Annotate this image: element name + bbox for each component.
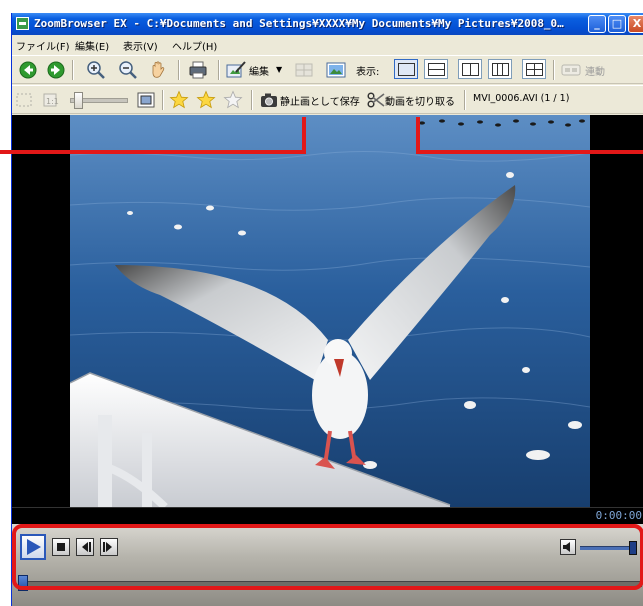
zoombrowser-window: ZoomBrowser EX - C:¥Documents and Settin…: [11, 13, 643, 606]
actual-size-icon: 1:1: [43, 93, 59, 107]
star-icon[interactable]: [169, 90, 189, 110]
star-icon[interactable]: [223, 90, 243, 110]
view-split-vertical-button[interactable]: [458, 59, 482, 79]
sync-button: 連動: [585, 67, 605, 78]
edit-menu-button[interactable]: 編集: [249, 63, 269, 78]
callout-line-left-horizontal: [0, 150, 306, 154]
back-icon[interactable]: [18, 60, 38, 80]
zoom-slider-thumb[interactable]: [74, 92, 83, 109]
maximize-button[interactable]: □: [608, 15, 626, 33]
camera-icon[interactable]: [259, 90, 279, 110]
main-toolbar: 編集 ▼ 表示: 連動: [12, 55, 643, 84]
playback-toolbar: 1:1 静止画として保存 動画を切り取る MVI_0006.AVI (1 / 1…: [12, 85, 643, 114]
callout-line-left-vertical: [302, 117, 306, 154]
video-view-area: [12, 115, 643, 507]
controls-highlight-frame: [12, 524, 643, 590]
window-title: ZoomBrowser EX - C:¥Documents and Settin…: [34, 17, 564, 30]
link-icon: [561, 64, 581, 76]
slideshow-icon[interactable]: [326, 60, 346, 80]
seagull-video-frame: [70, 115, 590, 507]
callout-line-right-horizontal: [416, 150, 643, 154]
grid-icon: [295, 63, 313, 77]
time-display: 0:00:00: [595, 509, 642, 522]
view-triple-button[interactable]: [488, 59, 512, 79]
star-icon[interactable]: [196, 90, 216, 110]
file-info-label: MVI_0006.AVI (1 / 1): [473, 93, 570, 104]
view-split-horizontal-button[interactable]: [424, 59, 448, 79]
title-bar: ZoomBrowser EX - C:¥Documents and Settin…: [12, 13, 643, 35]
minimize-button[interactable]: _: [588, 15, 606, 33]
toolbar-separator: [553, 60, 555, 80]
menu-bar: ファイル(F) 編集(E) 表示(V) ヘルプ(H): [12, 36, 643, 54]
toolbar-separator: [251, 90, 253, 110]
toolbar-separator: [72, 60, 74, 80]
cut-movie-button[interactable]: 動画を切り取る: [385, 93, 455, 108]
toolbar-separator: [178, 60, 180, 80]
menu-view[interactable]: 表示(V): [123, 38, 158, 53]
edit-icon[interactable]: [226, 60, 246, 80]
time-display-bar: 0:00:00: [12, 507, 643, 524]
view-single-button[interactable]: [394, 59, 418, 79]
forward-icon[interactable]: [46, 60, 66, 80]
close-button[interactable]: X: [628, 15, 643, 33]
zoom-in-icon[interactable]: [86, 60, 106, 80]
scissors-icon[interactable]: [366, 90, 386, 110]
view-mode-label: 表示:: [356, 67, 380, 78]
menu-help[interactable]: ヘルプ(H): [172, 38, 217, 53]
video-frame: [70, 115, 590, 507]
app-icon: [16, 17, 29, 30]
fullscreen-icon[interactable]: [136, 90, 156, 110]
chevron-down-icon[interactable]: ▼: [276, 65, 282, 74]
hand-icon[interactable]: [148, 60, 168, 80]
zoom-out-icon[interactable]: [118, 60, 138, 80]
view-quad-button[interactable]: [522, 59, 546, 79]
toolbar-separator: [218, 60, 220, 80]
fit-to-window-icon: [16, 93, 32, 107]
callout-line-right-vertical: [416, 117, 420, 154]
save-as-still-button[interactable]: 静止画として保存: [280, 93, 360, 108]
printer-icon[interactable]: [188, 60, 208, 80]
menu-file[interactable]: ファイル(F): [16, 38, 70, 53]
svg-text:1:1: 1:1: [46, 97, 59, 106]
toolbar-separator: [162, 90, 164, 110]
toolbar-separator: [464, 90, 466, 110]
menu-edit[interactable]: 編集(E): [75, 38, 109, 53]
